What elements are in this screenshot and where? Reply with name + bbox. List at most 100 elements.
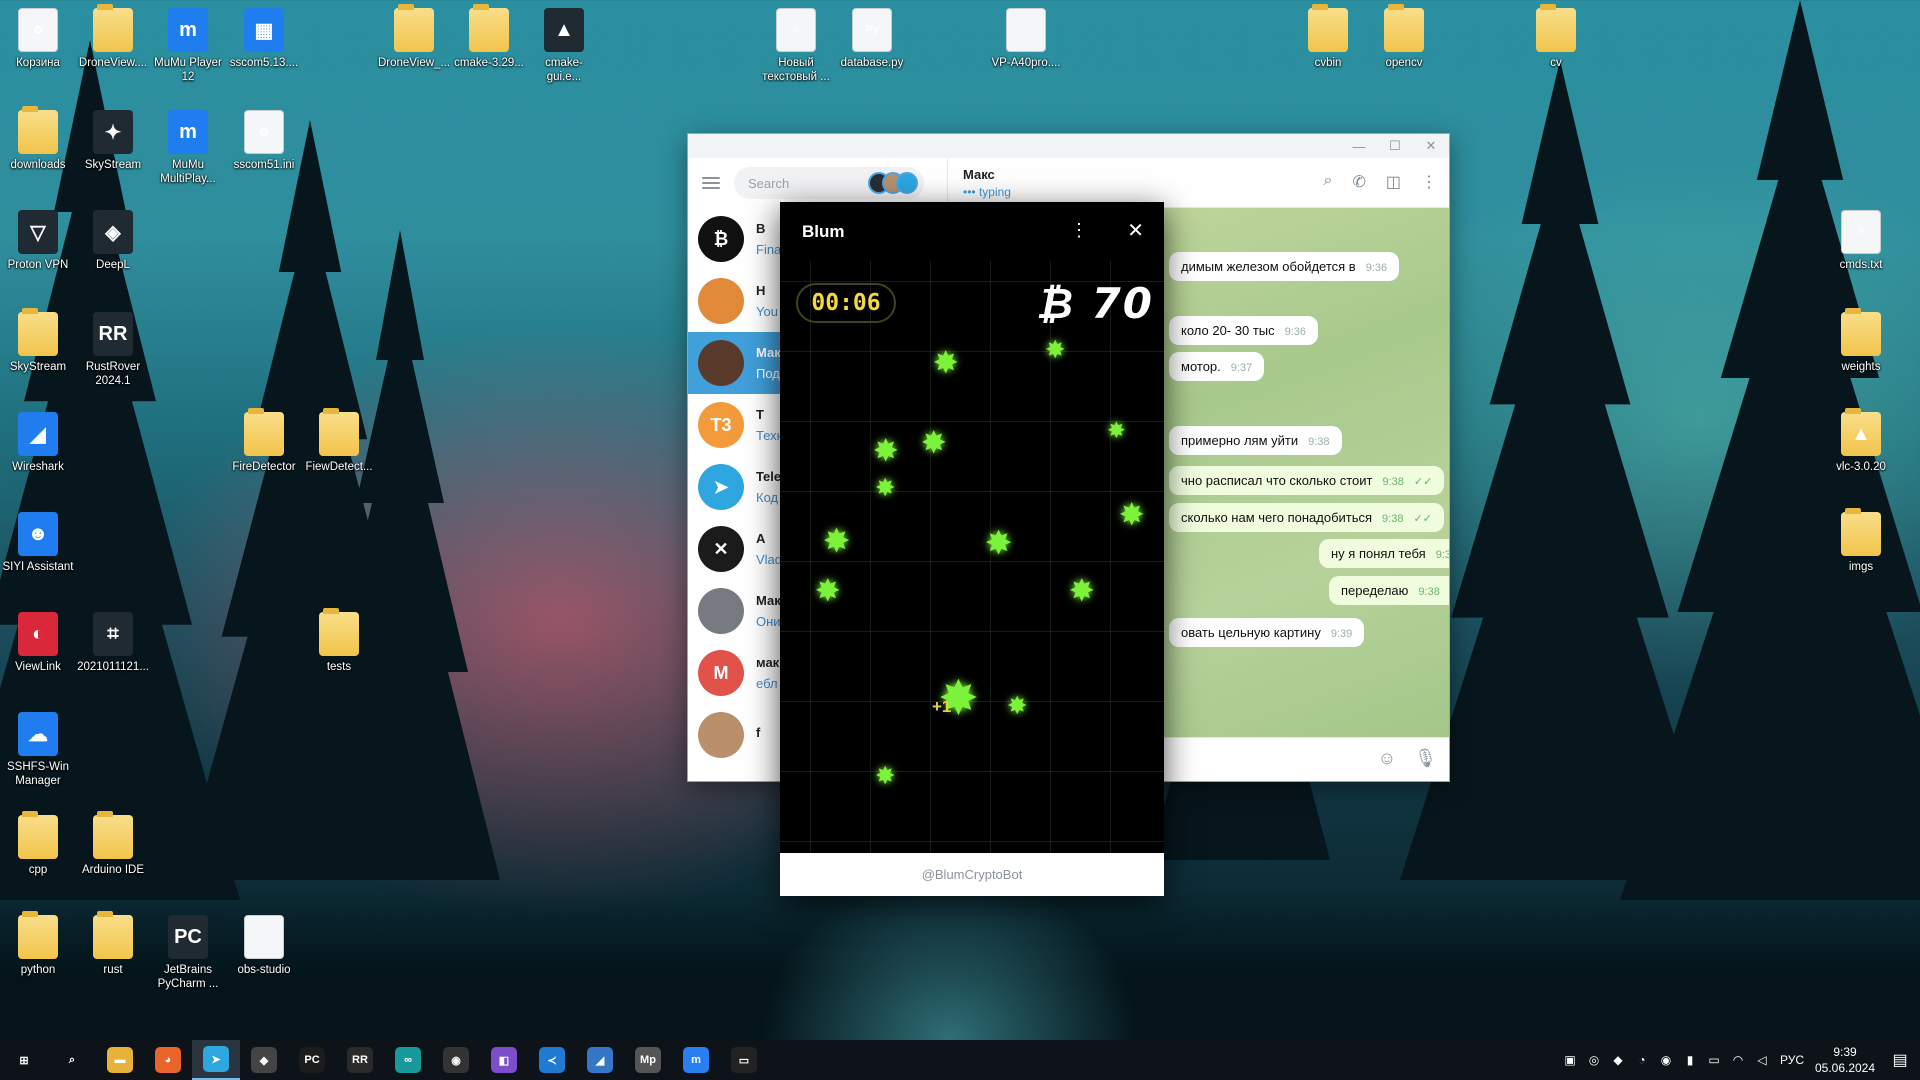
more-vertical-icon[interactable]: ⋮ <box>1421 172 1437 192</box>
desktop-icon[interactable]: ⌗ 2021011121... <box>77 612 149 674</box>
incoming-message[interactable]: примерно лям уйти 9:38 <box>1169 426 1342 455</box>
incoming-message[interactable]: мотор. 9:37 <box>1169 352 1265 381</box>
desktop-icon[interactable]: SkyStream <box>2 308 74 374</box>
emoji-icon[interactable]: ☺ <box>1378 748 1396 769</box>
desktop-icon[interactable]: ≡ cmds.txt <box>1825 210 1897 272</box>
taskbar-button[interactable]: ◕ <box>144 1040 192 1080</box>
tray-app-icon[interactable]: ◔ <box>1630 1053 1654 1067</box>
desktop-icon[interactable]: DroneView.... <box>77 4 149 70</box>
taskbar-button[interactable]: ◉ <box>432 1040 480 1080</box>
desktop-icon[interactable]: Py database.py <box>836 8 908 70</box>
snowflake-icon[interactable]: ✸ <box>1108 421 1125 441</box>
desktop-icon[interactable]: Arduino IDE <box>77 811 149 877</box>
maximize-icon[interactable]: ☐ <box>1377 134 1413 158</box>
snowflake-icon[interactable]: ✸ <box>876 477 894 499</box>
sidebar-toggle-icon[interactable]: ◫ <box>1386 172 1401 192</box>
desktop-icon[interactable]: ◈ DeepL <box>77 210 149 272</box>
desktop-icon[interactable]: m MuMu Player 12 <box>152 8 224 84</box>
desktop-icon[interactable]: DroneView_... <box>378 4 450 70</box>
desktop-icon[interactable]: RR RustRover 2024.1 <box>77 312 149 388</box>
desktop-icon[interactable]: python <box>2 911 74 977</box>
taskbar-button[interactable]: m <box>672 1040 720 1080</box>
taskbar-button[interactable]: ◢ <box>576 1040 624 1080</box>
phone-icon[interactable]: ✆ <box>1352 172 1365 192</box>
taskbar-button[interactable]: ◆ <box>240 1040 288 1080</box>
taskbar-button[interactable]: ◧ <box>480 1040 528 1080</box>
game-canvas[interactable]: 00:06 ₿ 70 ✸ ✸ ✸ ✸ ✸ ✸ ✸ ✸ ✸ ✸ ✸ ✸ ✸ ✸ +1 <box>780 261 1164 853</box>
taskbar-button[interactable]: ▭ <box>720 1040 768 1080</box>
taskbar-button[interactable]: Mp <box>624 1040 672 1080</box>
desktop-icon[interactable]: FiewDetect... <box>303 408 375 474</box>
snowflake-icon[interactable]: ✸ <box>816 577 839 605</box>
chat-header[interactable]: Макс ••• typing ⌕ ✆ ◫ ⋮ <box>949 158 1449 208</box>
desktop-icon[interactable]: cpp <box>2 811 74 877</box>
desktop-icon[interactable]: ☁ SSHFS-Win Manager <box>2 712 74 788</box>
snowflake-icon[interactable]: ✸ <box>1046 339 1064 361</box>
taskbar-button[interactable]: ⌕ <box>48 1040 96 1080</box>
desktop-icon[interactable]: ▲ vlc-3.0.20 <box>1825 408 1897 474</box>
battery-icon[interactable]: ▭ <box>1702 1053 1726 1067</box>
notifications-icon[interactable]: ▤ <box>1880 1050 1920 1070</box>
more-vertical-icon[interactable]: ⋮ <box>1070 220 1088 241</box>
incoming-message[interactable]: димым железом обойдется в 9:36 <box>1169 252 1400 281</box>
snowflake-icon[interactable]: ✸ <box>824 527 849 557</box>
microphone-icon[interactable]: ▮ <box>1678 1053 1702 1067</box>
window-titlebar[interactable]: — ☐ ✕ <box>688 134 1449 158</box>
microphone-icon[interactable]: 🎙 <box>1414 748 1437 769</box>
desktop-icon[interactable]: ◢ Wireshark <box>2 412 74 474</box>
desktop-icon[interactable]: downloads <box>2 106 74 172</box>
desktop-icon[interactable]: ≡ Новый текстовый ... <box>760 8 832 84</box>
desktop-icon[interactable]: ☻ SIYI Assistant <box>2 512 74 574</box>
desktop-icon[interactable]: FireDetector <box>228 408 300 474</box>
tray-app-icon[interactable]: ◎ <box>1582 1053 1606 1067</box>
close-icon[interactable]: ✕ <box>1127 218 1144 243</box>
taskbar-button[interactable]: ∞ <box>384 1040 432 1080</box>
desktop-icon[interactable]: ♻ Корзина <box>2 8 74 70</box>
outgoing-message[interactable]: сколько нам чего понадобиться 9:38 ✓✓ <box>1169 503 1444 532</box>
taskbar-button[interactable]: ➤ <box>192 1040 240 1080</box>
desktop-icon[interactable]: cvbin <box>1292 4 1364 70</box>
desktop-icon[interactable]: weights <box>1825 308 1897 374</box>
snowflake-icon[interactable]: ✸ <box>922 429 945 457</box>
taskbar-button[interactable]: ⊞ <box>0 1040 48 1080</box>
desktop-icon[interactable]: ▦ sscom5.13.... <box>228 8 300 70</box>
tray-app-icon[interactable]: ▣ <box>1558 1053 1582 1067</box>
stories-avatars[interactable] <box>868 172 918 194</box>
desktop-icon[interactable]: imgs <box>1825 508 1897 574</box>
snowflake-icon[interactable]: ✸ <box>1070 577 1093 605</box>
incoming-message[interactable]: коло 20- 30 тыс 9:36 <box>1169 316 1319 345</box>
desktop-icon[interactable]: VP-A40pro.... <box>990 8 1062 70</box>
desktop-icon[interactable]: ✦ SkyStream <box>77 110 149 172</box>
outgoing-message[interactable]: ну я понял тебя9:38✓✓ <box>1319 539 1449 568</box>
desktop-icon[interactable]: ▽ Proton VPN <box>2 210 74 272</box>
outgoing-message[interactable]: переделаю9:38✓✓ <box>1329 576 1449 605</box>
chrome-icon[interactable]: ◉ <box>1654 1053 1678 1067</box>
snowflake-icon[interactable]: ✸ <box>1120 501 1143 529</box>
desktop-icon[interactable]: PC JetBrains PyCharm ... <box>152 915 224 991</box>
menu-icon[interactable] <box>702 177 720 189</box>
taskbar-button[interactable]: RR <box>336 1040 384 1080</box>
desktop-icon[interactable]: cmake-3.29... <box>453 4 525 70</box>
snowflake-icon[interactable]: ✸ <box>874 437 897 465</box>
desktop-icon[interactable]: obs-studio <box>228 915 300 977</box>
desktop-icon[interactable]: ⚙ sscom51.ini <box>228 110 300 172</box>
language-indicator[interactable]: РУС <box>1774 1053 1810 1067</box>
snowflake-icon[interactable]: ✸ <box>934 349 957 377</box>
desktop-icon[interactable]: ◐ ViewLink <box>2 612 74 674</box>
desktop-icon[interactable]: ▲ cmake-gui.e... <box>528 8 600 84</box>
taskbar-button[interactable]: ≺ <box>528 1040 576 1080</box>
search-icon[interactable]: ⌕ <box>1324 172 1333 192</box>
close-icon[interactable]: ✕ <box>1413 134 1449 158</box>
desktop-icon[interactable]: opencv <box>1368 4 1440 70</box>
snowflake-icon[interactable]: ✸ <box>986 529 1011 559</box>
wifi-icon[interactable]: ◠ <box>1726 1053 1750 1067</box>
search-input[interactable]: Search <box>734 167 924 199</box>
outgoing-message[interactable]: чно расписал что сколько стоит 9:38 ✓✓ <box>1169 466 1445 495</box>
desktop-icon[interactable]: cv <box>1520 4 1592 70</box>
snowflake-icon[interactable]: ✸ <box>876 765 894 787</box>
desktop-icon[interactable]: m MuMu MultiPlay... <box>152 110 224 186</box>
desktop-icon[interactable]: rust <box>77 911 149 977</box>
minimize-icon[interactable]: — <box>1341 134 1377 158</box>
snowflake-icon[interactable]: ✸ <box>1008 695 1026 717</box>
nvidia-icon[interactable]: ◆ <box>1606 1053 1630 1067</box>
